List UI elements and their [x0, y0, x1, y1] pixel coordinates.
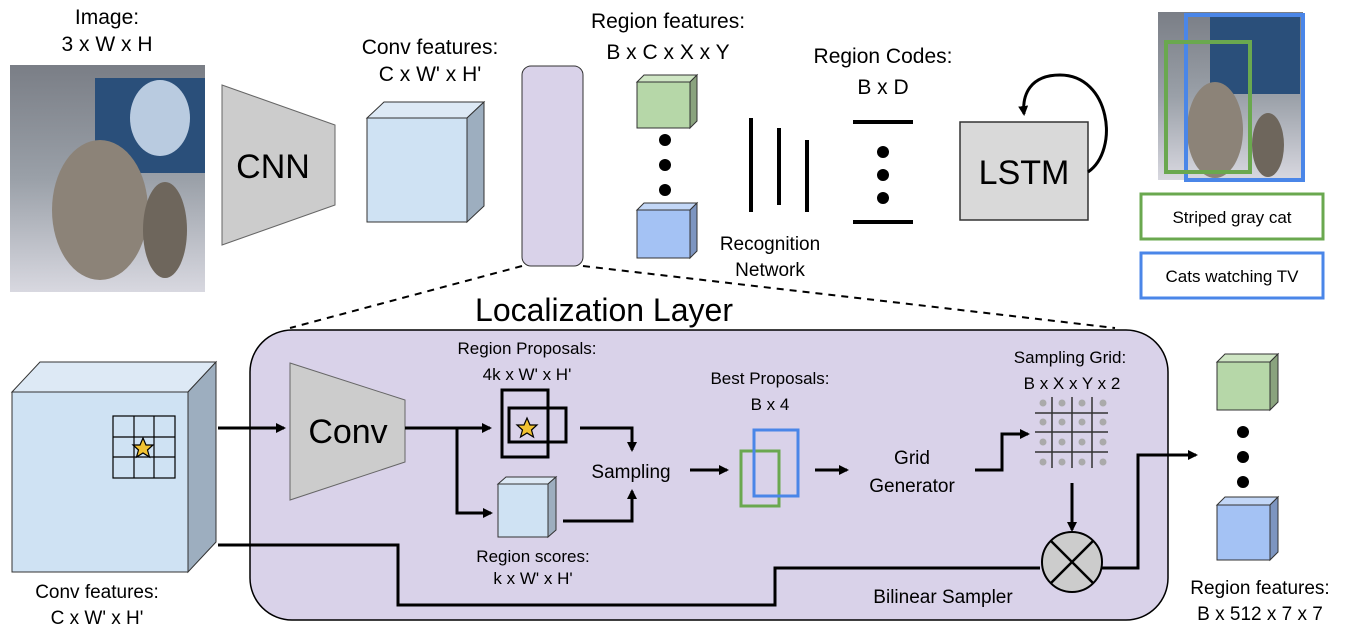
blue-region-cube: [635, 201, 699, 260]
region-codes-label: Region Codes:: [814, 45, 953, 68]
grid-generator-label-2: Generator: [869, 476, 955, 497]
sampling-grid-dims: B x X x Y x 2: [1024, 374, 1121, 393]
input-photo: [10, 65, 205, 292]
region-column: [521, 65, 584, 267]
region-codes: [853, 120, 913, 224]
cnn-label: CNN: [236, 148, 310, 186]
region-scores-cube: [496, 475, 558, 539]
localization-title: Localization Layer: [475, 292, 733, 328]
image-dims: 3 x W x H: [61, 33, 152, 56]
scores-label: Region scores:: [476, 547, 589, 566]
bilinear-sampler-label: Bilinear Sampler: [873, 587, 1013, 608]
lstm-label: LSTM: [979, 154, 1070, 192]
ellipsis-dots: [1237, 426, 1249, 488]
densecap-diagram: Image: 3 x W x H CNN Conv features: C x …: [10, 6, 1330, 629]
conv-label: Conv: [308, 413, 387, 451]
input-conv-dims: C x W' x H': [51, 608, 144, 629]
output-features-dims: B x 512 x 7 x 7: [1197, 604, 1323, 625]
recognition-label: Recognition: [720, 234, 820, 255]
green-region-cube: [635, 73, 699, 130]
proposals-dims: 4k x W' x H': [483, 365, 572, 384]
caption-1: Striped gray cat: [1172, 208, 1291, 227]
best-proposals-dims: B x 4: [751, 395, 790, 414]
network-label: Network: [735, 260, 805, 281]
sampling-label: Sampling: [591, 462, 670, 483]
output-blue-cube: [1215, 495, 1280, 562]
ellipsis-dots: [659, 134, 671, 196]
best-proposals-label: Best Proposals:: [710, 369, 829, 388]
conv-features-dims: C x W' x H': [379, 63, 482, 86]
output-features-label: Region features:: [1190, 578, 1329, 599]
caption-2: Cats watching TV: [1166, 267, 1300, 286]
grid-generator-label-1: Grid: [894, 448, 930, 469]
proposals-label: Region Proposals:: [458, 339, 597, 358]
image-label: Image:: [75, 6, 139, 29]
sampling-grid-label: Sampling Grid:: [1014, 348, 1126, 367]
output-photo: [1158, 12, 1305, 182]
bilinear-sampler-icon: [1041, 531, 1103, 593]
output-green-cube: [1215, 352, 1280, 412]
conv-features-cube: [365, 100, 486, 224]
region-features-dims: B x C x X x Y: [606, 41, 729, 64]
scores-dims: k x W' x H': [493, 569, 572, 588]
recognition-network-layers: [749, 118, 809, 212]
input-conv-cube: [10, 360, 218, 574]
input-conv-label: Conv features:: [35, 582, 159, 603]
conv-features-label: Conv features:: [362, 36, 499, 59]
region-codes-dims: B x D: [857, 76, 908, 99]
region-features-label: Region features:: [591, 10, 745, 33]
